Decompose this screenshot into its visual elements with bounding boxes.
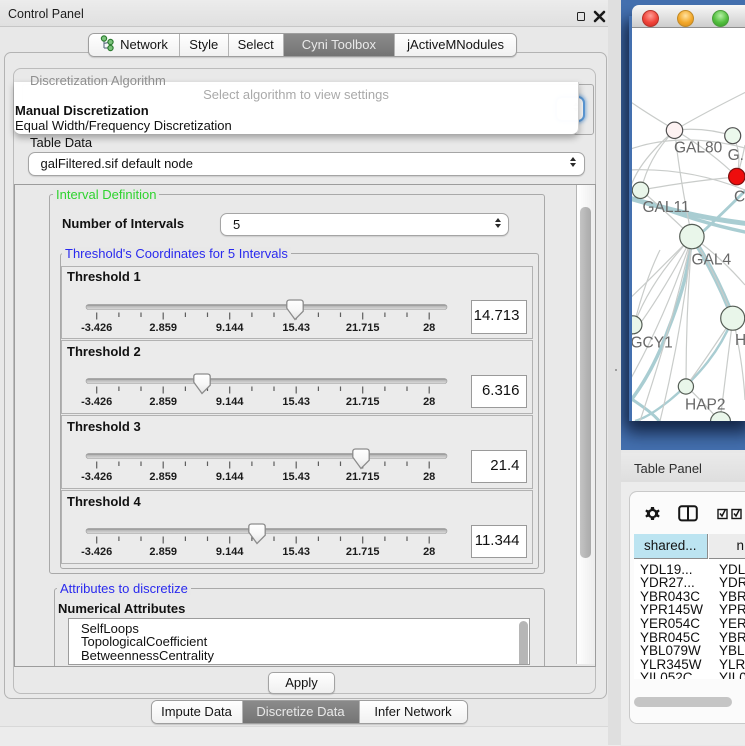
svg-text:21.715: 21.715 — [346, 546, 380, 558]
svg-text:C...: C... — [734, 189, 745, 206]
svg-text:21.715: 21.715 — [346, 471, 380, 483]
svg-text:21.715: 21.715 — [346, 396, 380, 408]
svg-text:-3.426: -3.426 — [81, 322, 112, 334]
svg-text:28: 28 — [423, 546, 435, 558]
svg-text:2.859: 2.859 — [149, 396, 177, 408]
svg-text:15.43: 15.43 — [282, 322, 310, 334]
svg-text:9.144: 9.144 — [216, 471, 244, 483]
svg-text:21.715: 21.715 — [346, 322, 380, 334]
svg-text:15.43: 15.43 — [282, 471, 310, 483]
svg-text:28: 28 — [423, 322, 435, 334]
svg-text:G...: G... — [728, 147, 745, 164]
svg-text:28: 28 — [423, 396, 435, 408]
svg-text:GAL11: GAL11 — [643, 199, 690, 216]
svg-text:HAP2: HAP2 — [685, 397, 726, 414]
svg-text:H...: H... — [735, 332, 745, 349]
svg-text:GAL4: GAL4 — [692, 252, 732, 269]
svg-text:9.144: 9.144 — [216, 546, 244, 558]
svg-text:9.144: 9.144 — [216, 396, 244, 408]
svg-text:2.859: 2.859 — [149, 471, 177, 483]
svg-text:-3.426: -3.426 — [81, 546, 112, 558]
svg-text:28: 28 — [423, 471, 435, 483]
svg-text:15.43: 15.43 — [282, 396, 310, 408]
svg-text:15.43: 15.43 — [282, 546, 310, 558]
svg-text:9.144: 9.144 — [216, 322, 244, 334]
svg-text:GCY1: GCY1 — [632, 335, 673, 352]
svg-text:2.859: 2.859 — [149, 546, 177, 558]
svg-text:2.859: 2.859 — [149, 322, 177, 334]
svg-text:-3.426: -3.426 — [81, 396, 112, 408]
svg-text:-3.426: -3.426 — [81, 471, 112, 483]
svg-text:GAL80: GAL80 — [674, 140, 723, 157]
